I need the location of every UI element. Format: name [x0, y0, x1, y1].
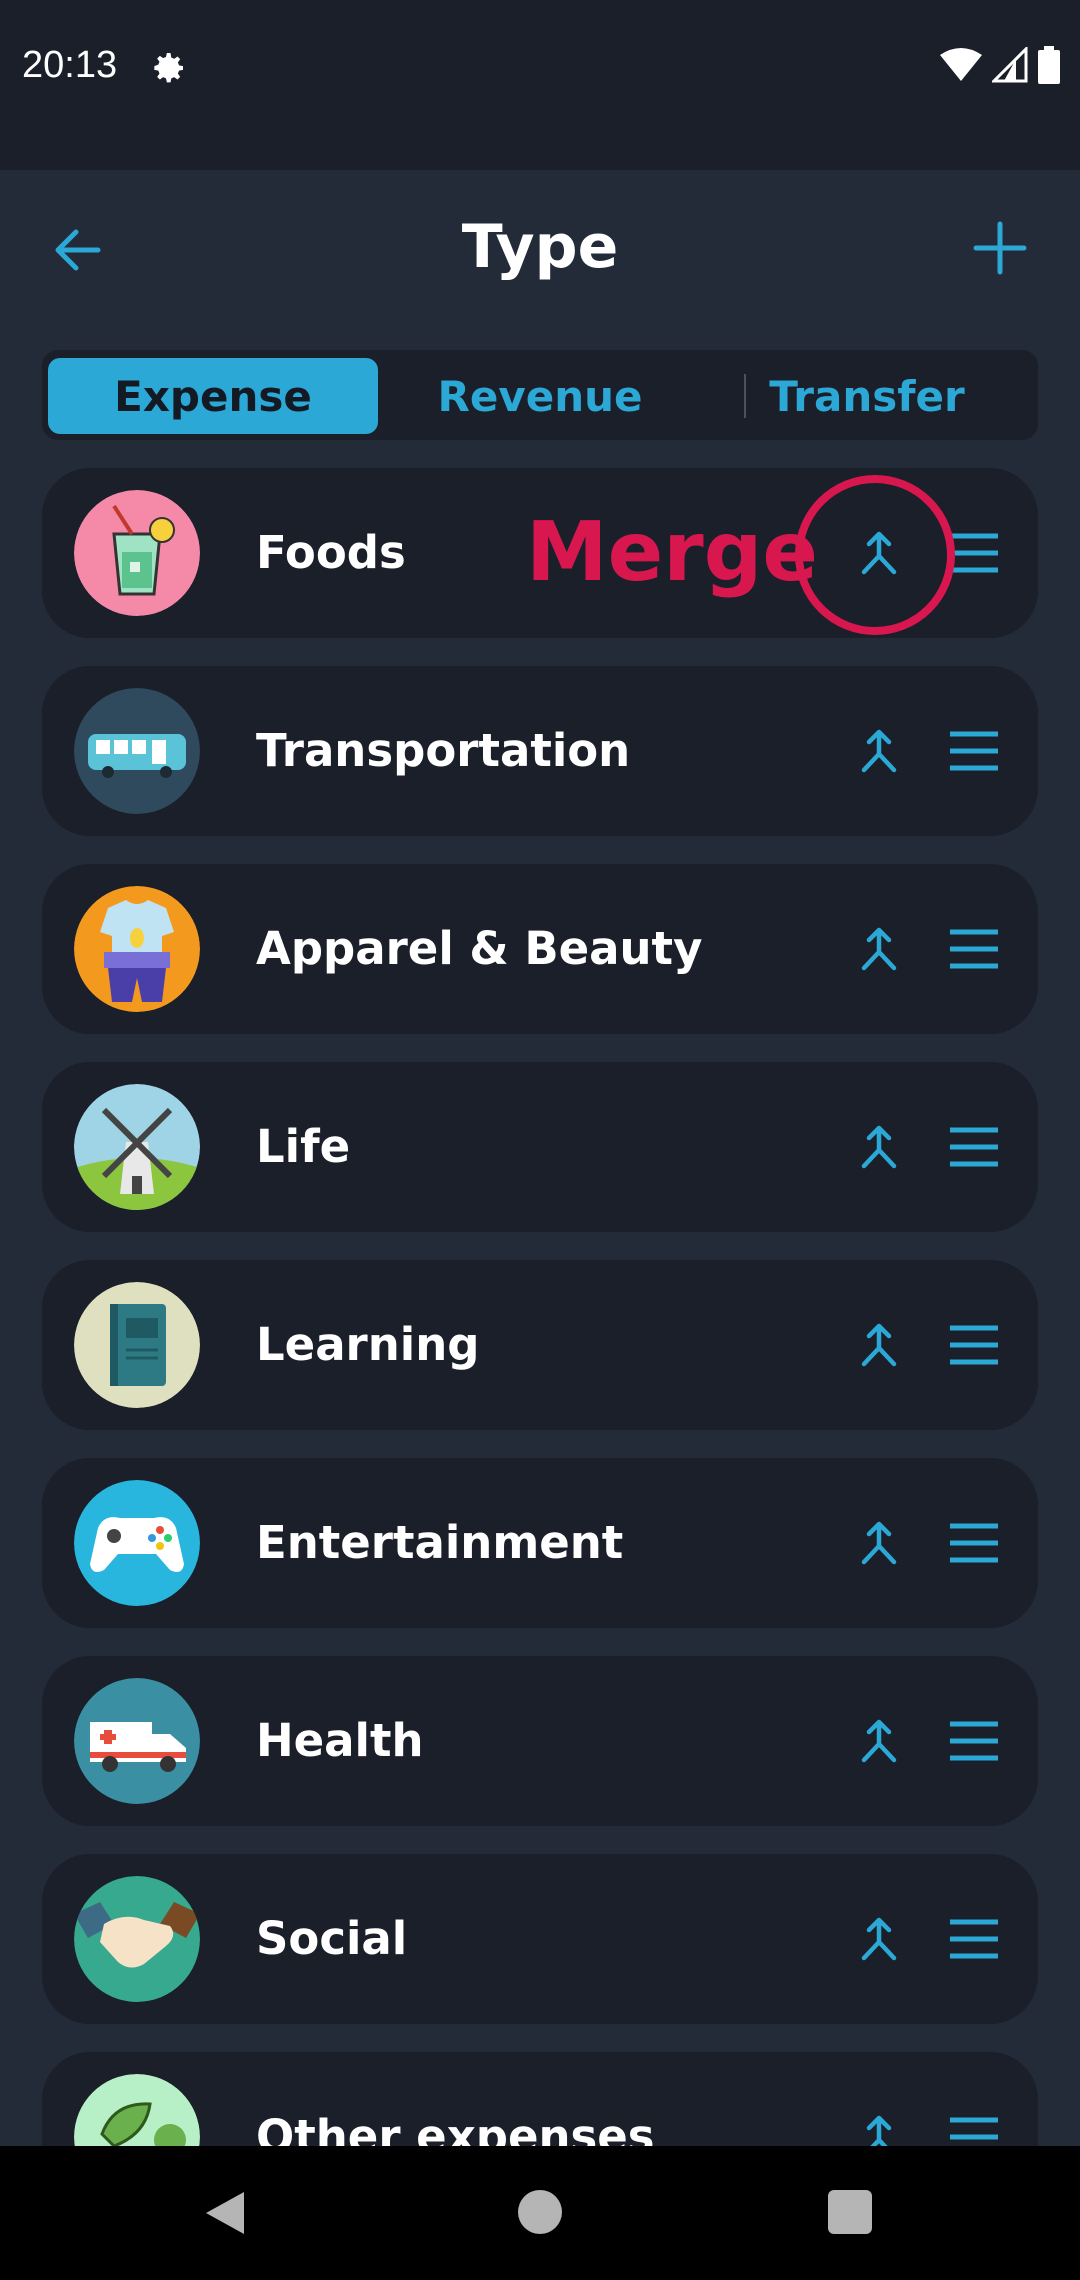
merge-icon[interactable]: [852, 1120, 906, 1174]
ambulance-icon: [74, 1678, 200, 1804]
category-label: Health: [256, 1714, 424, 1767]
page-title: Type: [461, 212, 619, 282]
merge-icon[interactable]: [852, 724, 906, 778]
merge-icon[interactable]: [852, 1318, 906, 1372]
merge-icon[interactable]: [852, 1912, 906, 1966]
clothes-icon: [74, 886, 200, 1012]
settings-gear-icon: [154, 53, 183, 83]
windmill-icon: [74, 1084, 200, 1210]
category-row[interactable]: Learning: [42, 1260, 1038, 1430]
category-row[interactable]: Transportation: [42, 666, 1038, 836]
category-label: Life: [256, 1120, 351, 1173]
book-icon: [74, 1282, 200, 1408]
merge-highlight-circle: [795, 475, 955, 635]
battery-icon: [1038, 46, 1060, 84]
tab-transfer[interactable]: Transfer: [702, 358, 1032, 434]
category-label: Social: [256, 1912, 408, 1965]
drink-icon: [74, 490, 200, 616]
tab-expense[interactable]: Expense: [48, 358, 378, 434]
category-label: Transportation: [256, 724, 631, 777]
wifi-icon: [940, 48, 982, 81]
app-header: Type: [0, 170, 1080, 330]
drag-handle-icon[interactable]: [948, 926, 1000, 972]
category-row[interactable]: Health: [42, 1656, 1038, 1826]
category-label: Apparel & Beauty: [256, 922, 703, 975]
merge-icon[interactable]: [852, 1714, 906, 1768]
system-nav-bar: [0, 2146, 1080, 2280]
category-row[interactable]: Apparel & Beauty: [42, 864, 1038, 1034]
drag-handle-icon[interactable]: [948, 728, 1000, 774]
merge-annotation-label: Merge: [526, 505, 818, 600]
drag-handle-icon[interactable]: [948, 1916, 1000, 1962]
gamepad-icon: [74, 1480, 200, 1606]
merge-icon[interactable]: [852, 1516, 906, 1570]
drag-handle-icon[interactable]: [948, 530, 1000, 576]
drag-handle-icon[interactable]: [948, 1718, 1000, 1764]
add-icon[interactable]: [968, 216, 1032, 280]
tab-revenue[interactable]: Revenue: [375, 358, 705, 434]
category-row[interactable]: Social: [42, 1854, 1038, 2024]
status-icons: [940, 46, 1060, 84]
merge-icon[interactable]: [852, 922, 906, 976]
nav-back-icon[interactable]: [200, 2188, 250, 2238]
drag-handle-icon[interactable]: [948, 1322, 1000, 1368]
category-row[interactable]: Life: [42, 1062, 1038, 1232]
handshake-icon: [74, 1876, 200, 2002]
drag-handle-icon[interactable]: [948, 1520, 1000, 1566]
category-label: Foods: [256, 526, 406, 579]
category-label: Learning: [256, 1318, 480, 1371]
category-row[interactable]: Entertainment: [42, 1458, 1038, 1628]
status-bar: 20:13: [0, 0, 1080, 170]
bus-icon: [74, 688, 200, 814]
category-label: Entertainment: [256, 1516, 624, 1569]
nav-recents-icon[interactable]: [828, 2190, 872, 2234]
cellular-signal-icon: [992, 47, 1028, 83]
drag-handle-icon[interactable]: [948, 1124, 1000, 1170]
nav-home-icon[interactable]: [518, 2190, 562, 2234]
type-tabs: Expense Revenue Transfer: [42, 350, 1038, 440]
status-time: 20:13: [22, 44, 118, 86]
